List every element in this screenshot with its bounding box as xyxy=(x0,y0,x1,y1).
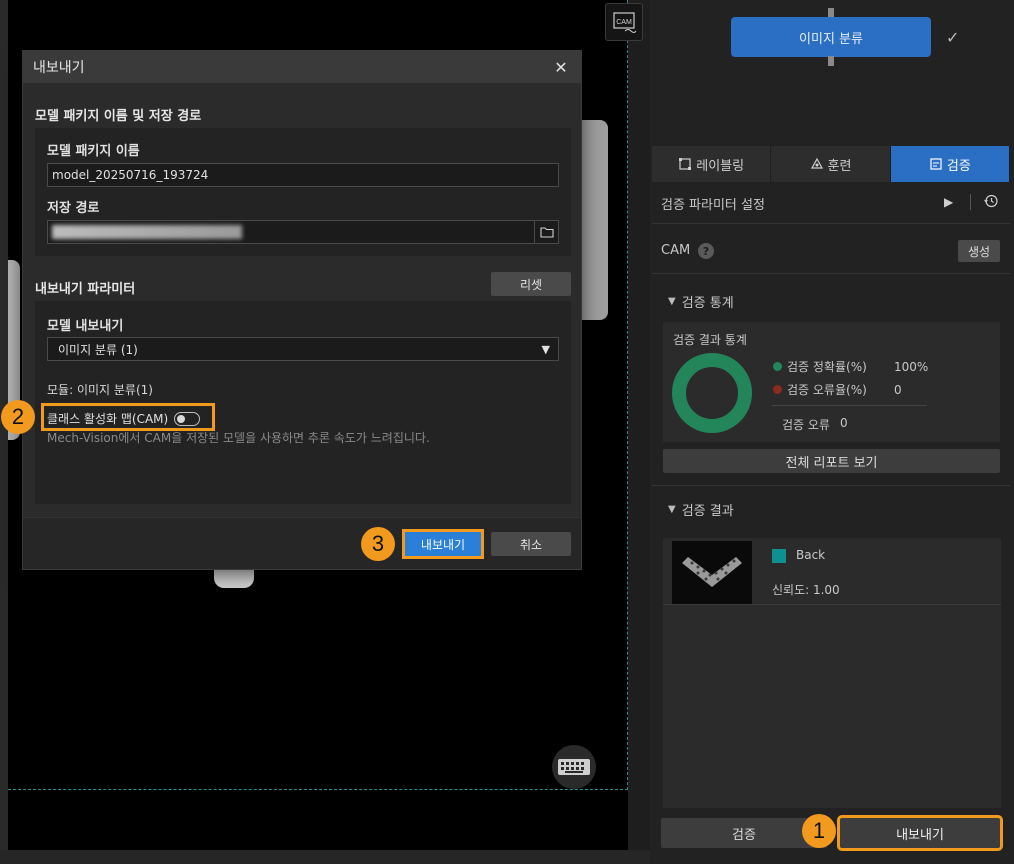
stats-title: 검증 결과 통계 xyxy=(673,333,747,347)
model-export-label: 모델 내보내기 xyxy=(47,319,124,334)
divider xyxy=(652,273,1010,274)
help-icon[interactable]: ? xyxy=(698,243,714,259)
result-confidence: 신뢰도: 1.00 xyxy=(772,583,840,597)
accuracy-donut-chart xyxy=(672,353,752,433)
reset-button[interactable]: 리셋 xyxy=(491,272,571,296)
redacted-path xyxy=(52,225,242,239)
package-name-input[interactable]: model_20250716_193724 xyxy=(47,163,559,187)
validation-params-label: 검증 파라미터 설정 xyxy=(661,197,765,213)
tab-validation[interactable]: 검증 xyxy=(890,146,1010,182)
callout-3: 3 xyxy=(361,527,395,561)
module-text: 모듈: 이미지 분류(1) xyxy=(47,383,153,397)
stats-section-header[interactable]: ▼ 검증 통계 xyxy=(668,292,734,311)
accuracy-dot xyxy=(773,362,782,371)
roi-border-vertical xyxy=(627,0,628,790)
cam-label: CAM xyxy=(661,243,691,258)
keyboard-icon xyxy=(558,759,590,775)
cam-icon: CAM xyxy=(613,12,637,33)
result-thumbnail[interactable] xyxy=(672,541,752,605)
errors-label: 검증 오류 xyxy=(782,418,830,432)
left-edge-strip xyxy=(0,0,8,864)
package-name-label: 모델 패키지 이름 xyxy=(47,144,140,159)
divider xyxy=(663,604,1001,605)
accuracy-label: 검증 정확률(%) xyxy=(787,360,867,374)
folder-icon xyxy=(539,227,554,238)
toggle-knob xyxy=(177,414,186,423)
stats-section-label: 검증 통계 xyxy=(681,296,734,311)
save-path-label: 저장 경로 xyxy=(47,201,100,216)
path-section-title: 모델 패키지 이름 및 저장 경로 xyxy=(35,109,202,124)
divider xyxy=(772,405,927,406)
tab-training-label: 훈련 xyxy=(827,158,852,174)
errors-row: 검증 오류 0 xyxy=(782,416,848,433)
export-button[interactable]: 내보내기 xyxy=(837,815,1003,851)
close-icon[interactable]: ✕ xyxy=(549,55,573,79)
dialog-cancel-button[interactable]: 취소 xyxy=(491,532,571,556)
labeling-icon xyxy=(679,158,692,170)
dialog-export-button[interactable]: 내보내기 xyxy=(402,529,484,559)
model-select-value: 이미지 분류 (1) xyxy=(58,342,138,357)
error-rate-value: 0 xyxy=(894,382,902,397)
params-section-title: 내보내기 파라미터 xyxy=(35,282,136,297)
validation-params-row: 검증 파라미터 설정 xyxy=(652,193,1010,213)
accuracy-value: 100% xyxy=(894,359,929,374)
history-icon[interactable] xyxy=(983,193,999,213)
canvas-bottom-strip xyxy=(0,850,650,864)
dialog-titlebar: 내보내기 xyxy=(23,51,581,83)
cam-toggle-row[interactable]: 클래스 활성화 맵(CAM) xyxy=(47,410,201,427)
divider xyxy=(652,485,1010,486)
browse-folder-button[interactable] xyxy=(534,220,558,244)
callout-2: 2 xyxy=(1,400,35,434)
image-classification-node[interactable]: 이미지 분류 xyxy=(731,17,931,57)
check-icon: ✓ xyxy=(946,28,960,47)
error-dot xyxy=(773,385,782,394)
save-path-input[interactable] xyxy=(47,220,559,244)
cam-toggle-switch[interactable] xyxy=(174,411,201,426)
keyboard-shortcuts-button[interactable] xyxy=(552,745,596,789)
cam-icon-text: CAM xyxy=(616,19,632,26)
play-icon[interactable]: ▶ xyxy=(944,195,953,209)
dialog-title: 내보내기 xyxy=(33,60,85,76)
part-thumbnail-image xyxy=(682,557,742,587)
generate-cam-button[interactable]: 생성 xyxy=(958,240,1000,262)
cam-toggle-label: 클래스 활성화 맵(CAM) xyxy=(47,412,169,426)
validation-icon xyxy=(930,158,942,170)
callout-1: 1 xyxy=(802,814,836,848)
error-rate-legend: 검증 오류율(%) 0 xyxy=(773,381,902,398)
cam-view-button[interactable]: CAM xyxy=(605,3,643,41)
export-dialog: 내보내기 ✕ 모델 패키지 이름 및 저장 경로 모델 패키지 이름 model… xyxy=(22,50,582,570)
tab-labeling[interactable]: 레이블링 xyxy=(652,146,772,182)
result-class-label: Back xyxy=(796,548,826,562)
tab-labeling-label: 레이블링 xyxy=(696,158,745,174)
model-select[interactable]: 이미지 분류 (1) ▼ xyxy=(47,337,559,361)
cam-hint: Mech-Vision에서 CAM을 저장된 모델을 사용하면 추론 속도가 느… xyxy=(47,431,430,445)
node-output-pin xyxy=(828,56,834,66)
errors-value: 0 xyxy=(839,416,848,430)
collapse-triangle-icon: ▼ xyxy=(668,296,676,307)
module-tabs: 레이블링 훈련 검증 xyxy=(652,146,1010,182)
result-section-header[interactable]: ▼ 검증 결과 xyxy=(668,500,734,519)
toolbar-divider xyxy=(970,194,971,210)
node-label: 이미지 분류 xyxy=(799,31,863,47)
chevron-down-icon: ▼ xyxy=(541,342,550,356)
roi-border-horizontal xyxy=(8,789,628,790)
class-color-swatch xyxy=(772,549,786,563)
tab-training[interactable]: 훈련 xyxy=(771,146,891,182)
tab-validation-label: 검증 xyxy=(946,158,971,174)
collapse-triangle-icon: ▼ xyxy=(668,504,676,515)
divider xyxy=(652,223,1010,224)
accuracy-legend: 검증 정확률(%) 100% xyxy=(773,358,928,375)
result-section-label: 검증 결과 xyxy=(681,504,734,519)
error-rate-label: 검증 오류율(%) xyxy=(787,383,867,397)
training-icon xyxy=(810,157,823,169)
full-report-button[interactable]: 전체 리포트 보기 xyxy=(663,449,1000,473)
